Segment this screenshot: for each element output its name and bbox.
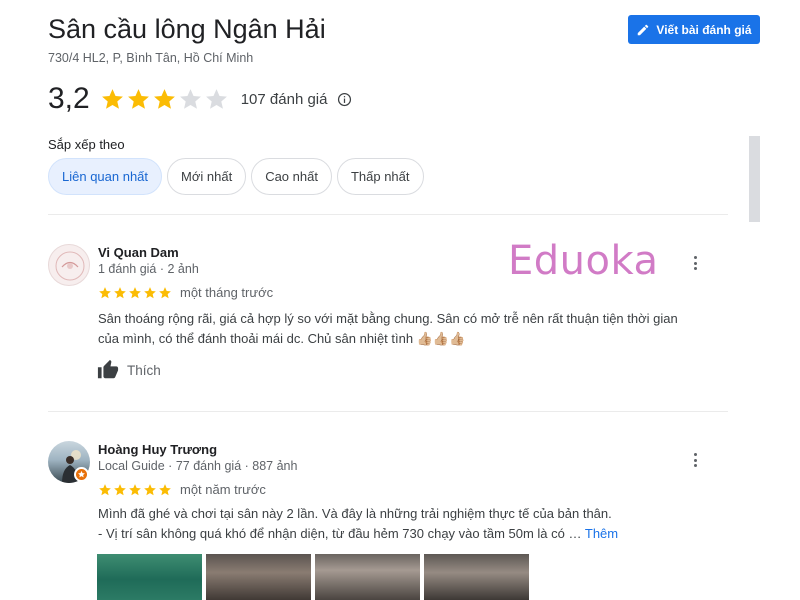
star-icon [129,483,141,495]
write-review-button[interactable]: Viết bài đánh giá [628,15,760,44]
sort-label: Sắp xếp theo [48,137,125,152]
star-icon [114,483,126,495]
review-photo[interactable] [424,554,529,600]
review-time: một tháng trước [180,285,274,300]
sort-chip-highest[interactable]: Cao nhất [251,158,332,195]
like-button[interactable]: Thích [97,359,161,381]
star-icon [159,286,171,298]
reviewer-name[interactable]: Hoàng Huy Trương [98,442,217,457]
star-icon [129,286,141,298]
reviewer-meta: Local Guide · 77 đánh giá · 887 ảnh [98,459,298,473]
review-text-line: Sân thoáng rộng rãi, giá cả hợp lý so vớ… [98,311,678,326]
reviewer-meta: 1 đánh giá · 2 ảnh [98,262,199,276]
rating-value: 3,2 [48,82,90,115]
review-text-truncated: - Vị trí sân không quá khó để nhận diện,… [98,526,585,541]
place-address: 730/4 HL2, P, Bình Tân, Hồ Chí Minh [48,51,254,65]
review-menu-button[interactable] [688,253,702,273]
review-text-line: Mình đã ghé và chơi tại sân này 2 lần. V… [98,506,612,521]
review-stars [98,483,172,497]
reviewer-name[interactable]: Vi Quan Dam [98,245,179,260]
review-menu-button[interactable] [688,450,702,470]
star-icon [153,88,175,109]
review-photos [97,554,529,600]
scrollbar-thumb[interactable] [749,136,760,222]
review-time: một năm trước [180,482,266,497]
star-icon [101,88,123,109]
review-rating-row: một năm trước [98,482,266,497]
review-text: Mình đã ghé và chơi tại sân này 2 lần. V… [98,504,718,544]
rating-stars [100,87,229,112]
star-icon [114,286,126,298]
info-icon[interactable] [337,92,352,107]
write-review-label: Viết bài đánh giá [656,22,752,37]
review-text-line: - Vị trí sân không quá khó để nhận diện,… [98,524,718,544]
thumbs-up-icon [97,359,119,379]
review-photo[interactable] [206,554,311,600]
review-stars [98,286,172,300]
watermark-logo: Eduoka [508,238,659,284]
review-photo[interactable] [97,554,202,600]
more-link[interactable]: Thêm [585,526,618,541]
sort-chip-newest[interactable]: Mới nhất [167,158,247,195]
place-title: Sân cầu lông Ngân Hải [48,14,326,44]
review-count: 107 đánh giá [240,90,328,108]
star-icon [127,88,149,109]
review-text-line: của mình, có thể đánh thoải mái dc. Chủ … [98,331,466,346]
pencil-icon [638,24,649,35]
divider [48,411,728,412]
star-icon [99,483,111,495]
star-icon [205,88,227,109]
star-icon [144,483,156,495]
like-label: Thích [127,362,161,378]
review-text: Sân thoáng rộng rãi, giá cả hợp lý so vớ… [98,309,718,349]
sort-chip-lowest[interactable]: Thấp nhất [336,158,424,195]
sort-chips: Liên quan nhất Mới nhất Cao nhất Thấp nh… [48,158,424,195]
review-photo[interactable] [315,554,420,600]
divider [48,214,728,215]
star-icon [99,286,111,298]
rating-summary: 3,2 107 đánh giá [48,82,352,116]
local-guide-badge [74,467,89,482]
review-rating-row: một tháng trước [98,285,273,300]
reviewer-avatar[interactable] [48,244,90,286]
sort-chip-relevant[interactable]: Liên quan nhất [48,158,163,195]
star-icon [144,286,156,298]
star-icon [159,483,171,495]
star-icon [179,88,201,109]
